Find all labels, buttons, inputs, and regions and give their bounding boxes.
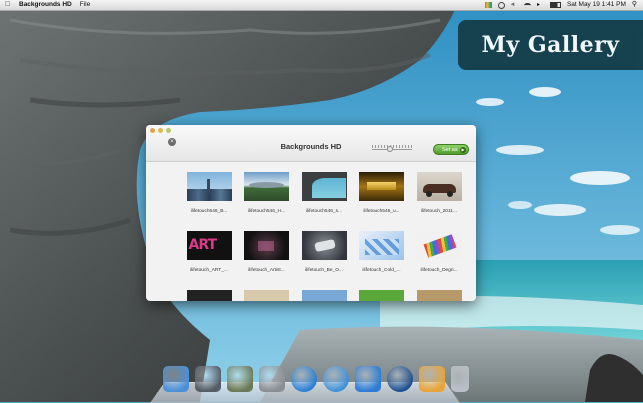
app-store-icon[interactable] [355, 366, 381, 392]
my-gallery-banner: My Gallery [458, 20, 643, 70]
wallpaper-item[interactable]: ART ilifetouch_ART_... [181, 231, 237, 273]
menu-bar:  Backgrounds HD File ⪡ ▸ Sat May 19 1:4… [0, 0, 643, 11]
apple-menu-icon[interactable]:  [5, 0, 13, 10]
wallpaper-item[interactable]: ilifetouch546_s... [296, 172, 352, 214]
mission-control-icon[interactable] [227, 366, 253, 392]
wallpaper-thumbnail[interactable] [244, 290, 289, 301]
window-controls [150, 128, 171, 133]
wallpaper-item[interactable]: ilifetouch546_u... [354, 172, 410, 214]
dock [163, 366, 469, 392]
wallpaper-item[interactable]: ilifetouch_Be_O... [296, 231, 352, 273]
launchpad-icon[interactable] [195, 366, 221, 392]
wallpaper-item[interactable] [354, 290, 410, 301]
wallpaper-thumbnail[interactable] [244, 172, 289, 201]
window-title: Backgrounds HD [280, 142, 342, 151]
wallpaper-thumbnail[interactable] [359, 290, 404, 301]
set-as-label: Set as [442, 147, 458, 153]
menu-extras: ⪡ ▸ Sat May 19 1:41 PM ⚲ [484, 0, 637, 10]
wallpaper-item[interactable] [181, 290, 237, 301]
menu-clock[interactable]: Sat May 19 1:41 PM [567, 0, 626, 10]
backgrounds-hd-window: × Backgrounds HD Set as ▶ ilifetouch546_… [146, 125, 476, 301]
wallpaper-thumbnail[interactable] [416, 290, 462, 301]
wallpaper-item[interactable] [239, 290, 295, 301]
wallpaper-item[interactable]: ilifetouch546_H... [239, 172, 295, 214]
set-as-button[interactable]: Set as ▶ [433, 144, 469, 155]
menu-file[interactable]: File [80, 0, 90, 10]
wallpaper-caption: ilifetouch_Degri... [420, 268, 458, 273]
wallpaper-caption: ilifetouch546_u... [363, 209, 400, 214]
wallpaper-item[interactable] [411, 290, 467, 301]
window-minimize-button[interactable] [158, 128, 163, 133]
wallpaper-item[interactable] [296, 290, 352, 301]
wallpaper-item[interactable]: ilifetouch_Degri... [411, 231, 467, 273]
backgrounds-hd-menu-icon[interactable] [484, 2, 492, 8]
quicktime-icon[interactable] [387, 366, 413, 392]
wallpaper-caption: ilifetouch_Artist... [248, 268, 285, 273]
wallpaper-thumbnail[interactable] [301, 231, 347, 260]
window-titlebar[interactable]: × Backgrounds HD Set as ▶ [146, 125, 476, 162]
wallpaper-item[interactable]: ilifetouch546_B... [181, 172, 237, 214]
slider-knob[interactable] [387, 146, 394, 152]
wifi-icon[interactable] [523, 2, 531, 8]
wallpaper-thumbnail[interactable] [186, 172, 232, 201]
wallpaper-thumbnail[interactable] [301, 172, 347, 201]
wallpaper-item[interactable]: ilifetouch_2011... [411, 172, 467, 214]
wallpaper-caption: ilifetouch546_H... [247, 209, 286, 214]
wallpaper-caption: ilifetouch_ART_... [190, 268, 228, 273]
battery-icon[interactable] [549, 2, 561, 8]
volume-icon[interactable]: ▸ [537, 2, 544, 8]
backgrounds-hd-icon[interactable] [419, 366, 445, 392]
wallpaper-thumbnail[interactable] [416, 172, 462, 201]
wallpaper-thumbnail[interactable] [186, 290, 232, 301]
wallpaper-caption: ilifetouch546_s... [305, 209, 342, 214]
wallpaper-thumbnail[interactable]: ART [186, 231, 232, 260]
itunes-icon[interactable] [291, 366, 317, 392]
window-zoom-button[interactable] [166, 128, 171, 133]
wallpaper-thumbnail[interactable] [301, 290, 347, 301]
safari-icon[interactable] [323, 366, 349, 392]
finder-icon[interactable] [163, 366, 189, 392]
go-arrow-icon: ▶ [460, 147, 466, 153]
wallpaper-item[interactable]: ilifetouch_Artist... [239, 231, 295, 273]
wallpaper-thumbnail[interactable] [359, 231, 404, 260]
wallpaper-caption: ilifetouch_Cold_... [362, 268, 401, 273]
wallpaper-grid: ilifetouch546_B... ilifetouch546_H... ilif… [146, 162, 476, 301]
time-machine-icon[interactable] [497, 1, 505, 9]
spotlight-search-icon[interactable]: ⚲ [632, 0, 637, 10]
menu-app-name[interactable]: Backgrounds HD [19, 0, 72, 10]
wallpaper-thumbnail[interactable] [416, 231, 462, 260]
trash-icon[interactable] [451, 366, 469, 392]
wallpaper-caption: ilifetouch546_B... [190, 209, 228, 214]
wallpaper-item[interactable]: ilifetouch_Cold_... [354, 231, 410, 273]
system-preferences-icon[interactable] [259, 366, 285, 392]
wallpaper-caption: ilifetouch_2011... [421, 209, 457, 214]
wallpaper-thumbnail[interactable] [359, 172, 404, 201]
wallpaper-thumbnail[interactable] [244, 231, 289, 260]
thumbnail-size-slider[interactable] [372, 145, 412, 153]
wallpaper-caption: ilifetouch_Be_O... [305, 268, 343, 273]
bluetooth-icon[interactable]: ⪡ [511, 2, 518, 8]
window-close-button[interactable] [150, 128, 155, 133]
